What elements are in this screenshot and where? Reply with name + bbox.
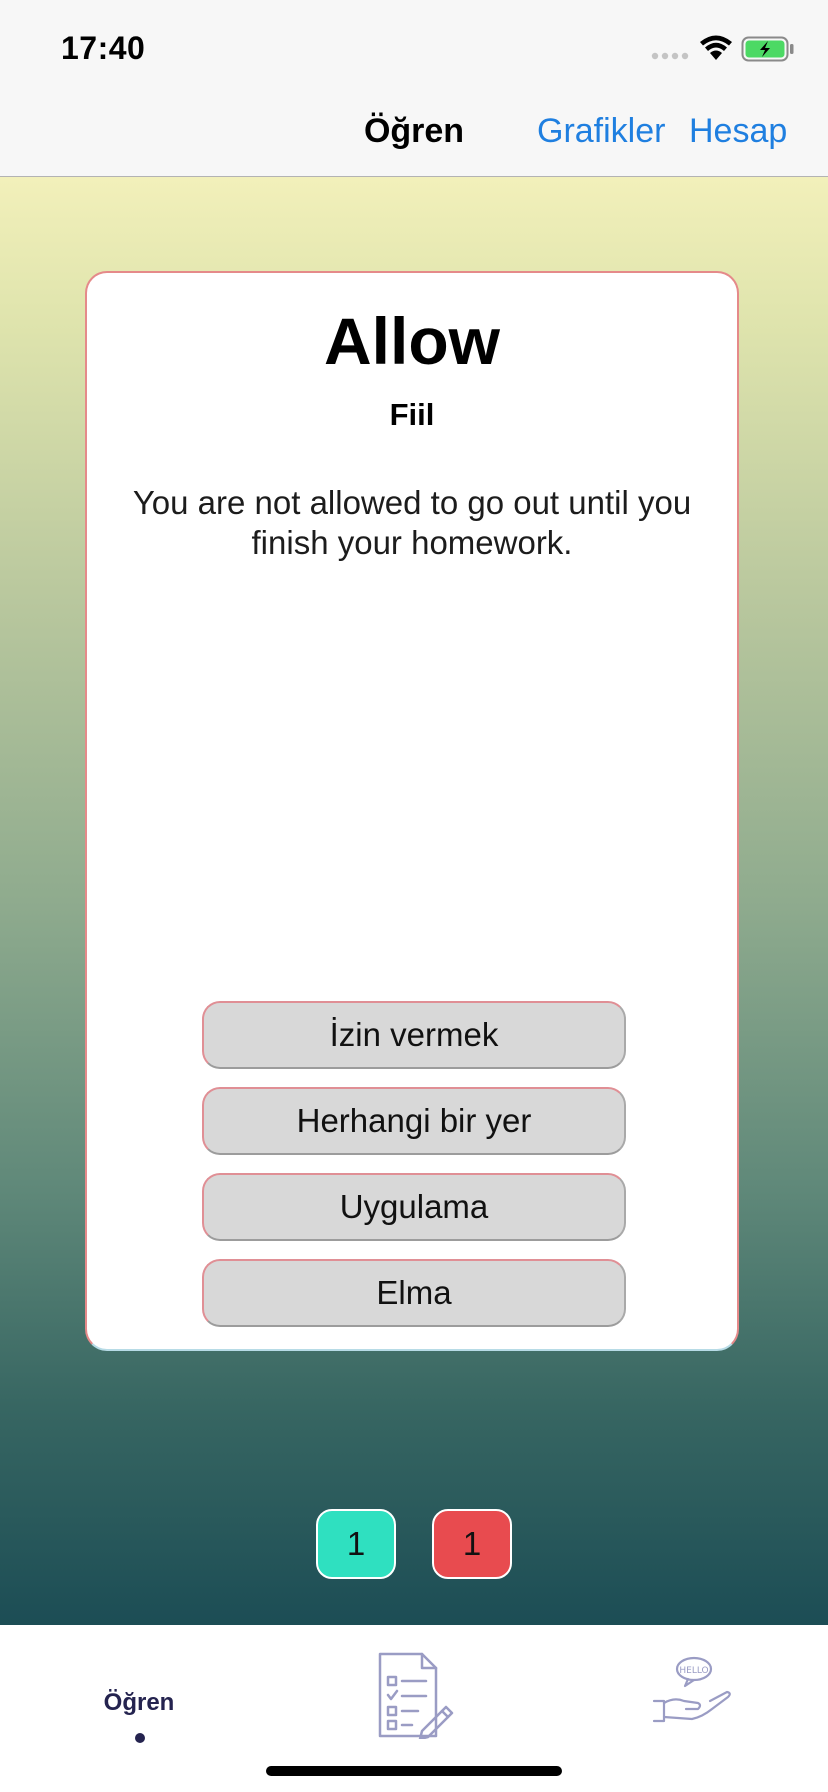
account-link[interactable]: Hesap (689, 112, 787, 151)
status-bar: 17:40 (0, 0, 828, 96)
tab-learn-label: Öğren (103, 1689, 175, 1716)
answer-option-3[interactable]: Uygulama (202, 1173, 626, 1241)
navigation-bar: Öğren Grafikler Hesap (0, 96, 828, 177)
active-tab-dot (135, 1733, 145, 1743)
cellular-signal-icon (651, 52, 689, 60)
home-indicator (266, 1766, 562, 1776)
answer-option-2[interactable]: Herhangi bir yer (202, 1087, 626, 1155)
battery-charging-icon (741, 36, 794, 62)
answer-option-4[interactable]: Elma (202, 1259, 626, 1327)
answer-option-1[interactable]: İzin vermek (202, 1001, 626, 1069)
status-time: 17:40 (61, 30, 146, 66)
example-sentence: You are not allowed to go out until you … (132, 484, 692, 561)
card-word: Allow (324, 304, 500, 378)
part-of-speech: Fiil (389, 397, 435, 432)
charts-link[interactable]: Grafikler (537, 112, 665, 151)
wifi-icon (700, 35, 732, 60)
test-checklist-icon[interactable] (374, 1651, 454, 1739)
hello-hand-icon[interactable]: HELLO (652, 1655, 732, 1725)
tab-learn[interactable]: Öğren (92, 1625, 186, 1745)
flashcard: Allow Fiil You are not allowed to go out… (85, 271, 739, 1351)
svg-text:HELLO: HELLO (679, 1666, 708, 1676)
wrong-count-badge: 1 (432, 1509, 512, 1579)
correct-count-badge: 1 (316, 1509, 396, 1579)
